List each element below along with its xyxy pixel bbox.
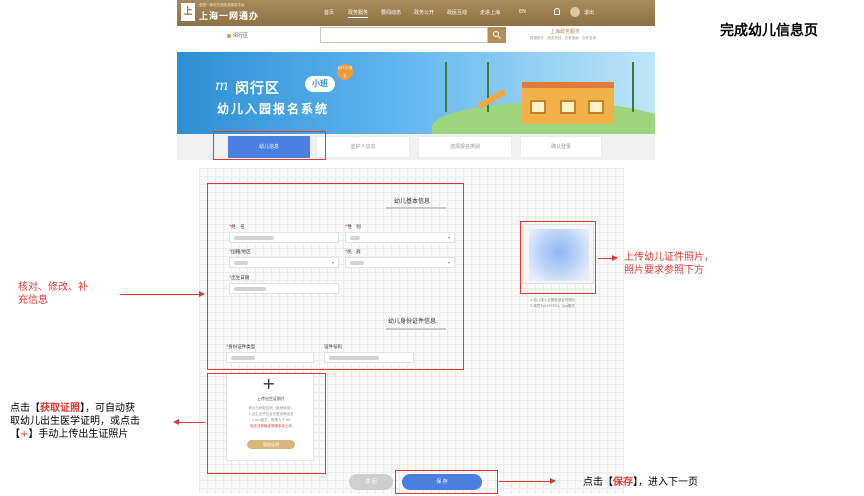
- annotation-box-form: [207, 183, 464, 370]
- annotation-arrow: [499, 481, 551, 482]
- top-nav-bar: 上 全国一体化在线政务服务平台 上海一网通办 首页 政务服务 要闻动态 政务公开…: [177, 0, 655, 26]
- banner-system-title: 幼儿入园报名系统: [217, 102, 330, 116]
- nav-item-public[interactable]: 政务公开: [414, 9, 434, 16]
- kindergarten-building-illustration: [522, 82, 614, 124]
- annotation-arrow-head: [612, 255, 618, 261]
- annotation-arrow: [120, 294, 200, 295]
- nav-item-english[interactable]: EN: [519, 9, 526, 15]
- annotation-save: 点击【保存】，进入下一页: [583, 477, 698, 488]
- nav-item-news[interactable]: 要闻动态: [381, 9, 401, 16]
- location-selector[interactable]: 闵行区: [233, 32, 248, 39]
- logo-icon: 上: [181, 3, 195, 21]
- window-illustration: [530, 100, 546, 114]
- annotation-box-photo: [520, 221, 596, 294]
- annotation-arrow: [178, 422, 205, 423]
- nav-item-services[interactable]: 政务服务: [348, 9, 369, 18]
- bell-icon[interactable]: [554, 8, 560, 15]
- annotation-arrow-head: [173, 419, 179, 425]
- city-service-title[interactable]: 上海政务服务: [550, 28, 580, 35]
- window-illustration: [588, 100, 604, 114]
- annotation-box-step: [213, 131, 326, 160]
- banner-district: 闵行区: [235, 81, 280, 97]
- location-pin-icon: [227, 34, 231, 38]
- banner-brush-logo: m: [215, 78, 229, 94]
- back-button[interactable]: 返 回: [349, 474, 393, 490]
- window-illustration: [560, 100, 576, 114]
- annotation-arrow-head: [550, 478, 556, 484]
- nav-item-interaction[interactable]: 政民互动: [447, 9, 467, 16]
- tree-illustration: [445, 62, 447, 112]
- tree-illustration: [632, 62, 634, 112]
- banner-class-badge: 小班: [305, 76, 335, 92]
- annotation-arrow-head: [199, 291, 205, 297]
- nav-item-shanghai[interactable]: 走进上海: [480, 9, 500, 16]
- search-icon-handle: [498, 36, 501, 39]
- search-button[interactable]: [488, 27, 506, 43]
- nav-item-home[interactable]: 首页: [324, 9, 334, 16]
- logout-link[interactable]: 退出: [584, 9, 594, 16]
- avatar[interactable]: [570, 7, 580, 17]
- annotation-box-save: [395, 470, 498, 494]
- step-confirm[interactable]: 确认登录: [520, 136, 602, 158]
- banner-tag: 幼升小 报名: [337, 64, 353, 80]
- city-service-links[interactable]: 数据统计 · 政务热线 · 办事指南 · 办件查询: [530, 36, 596, 41]
- step-category[interactable]: 选择报名类别: [418, 136, 512, 158]
- search-input[interactable]: [320, 27, 488, 43]
- photo-hint-2: 2.请意为413*354，jpg格式: [530, 304, 575, 308]
- annotation-verify: 核对、修改、补 充信息: [18, 282, 88, 306]
- page-title: 完成幼儿信息页: [720, 23, 818, 39]
- photo-hint-1: 1.幼儿本人近期免冠证件照片: [530, 298, 576, 302]
- annotation-cert: 点击【获取证照】，可自动获 取幼儿出生医学证明，或点击 【+】手动上传出生证照片: [10, 403, 140, 440]
- logo-title[interactable]: 上海一网通办: [199, 9, 259, 22]
- logo-subtitle: 全国一体化在线政务服务平台: [199, 3, 245, 7]
- annotation-photo: 上传幼儿证件照片， 照片要求参照下方: [624, 252, 714, 276]
- step-guardian-info[interactable]: 监护人信息: [316, 136, 410, 158]
- system-banner: m 闵行区 小班 幼升小 报名 幼儿入园报名系统: [177, 52, 655, 134]
- annotation-box-cert: [207, 373, 326, 474]
